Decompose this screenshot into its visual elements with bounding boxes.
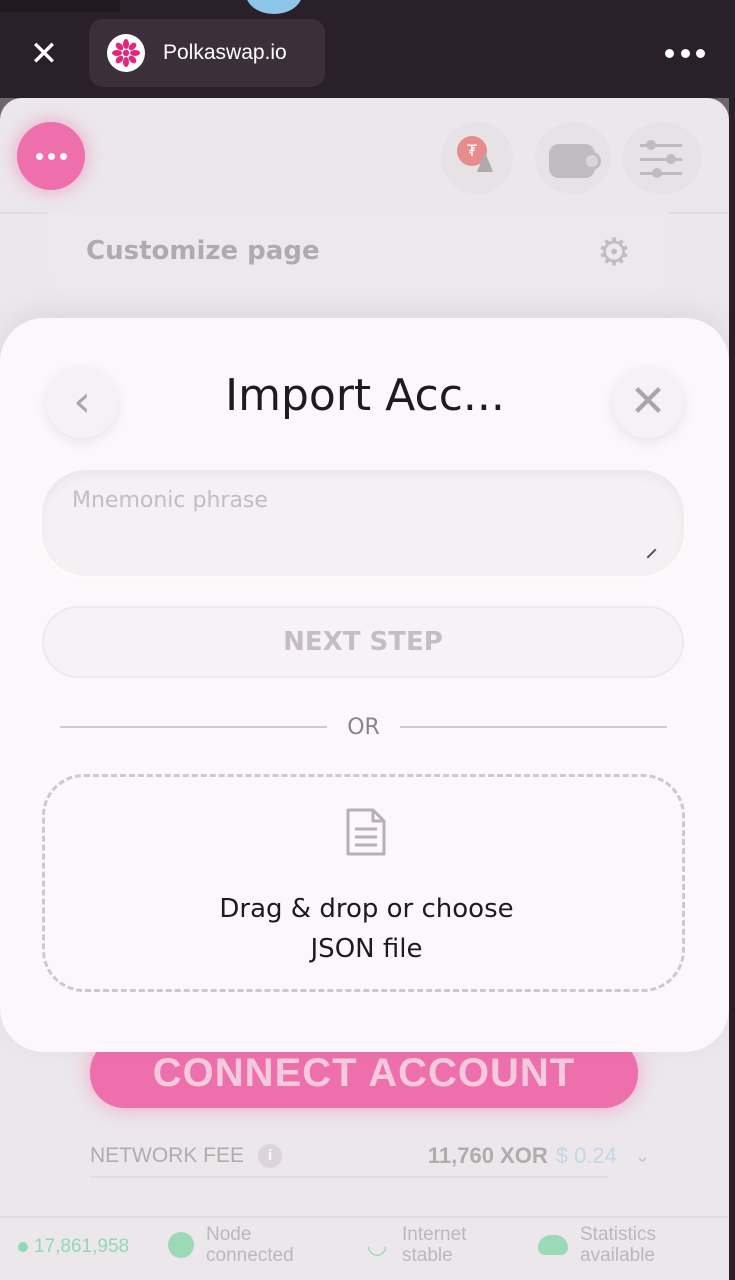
site-title: Polkaswap.io: [163, 41, 287, 64]
document-icon: [345, 807, 387, 857]
next-step-button[interactable]: NEXT STEP: [42, 606, 684, 678]
dropzone-line1: Drag & drop or choose: [219, 894, 514, 924]
json-file-dropzone[interactable]: Drag & drop or choose JSON file: [42, 774, 685, 992]
dialog-title: Import Acc...: [225, 370, 505, 421]
status-decoration: [0, 0, 120, 12]
or-label: OR: [347, 714, 380, 740]
dropzone-text: Drag & drop or choose JSON file: [45, 889, 688, 969]
dropzone-line2: JSON file: [310, 934, 423, 964]
site-tab[interactable]: Polkaswap.io: [89, 19, 325, 87]
status-avatar-dot: [246, 0, 302, 14]
close-icon[interactable]: ✕: [24, 34, 64, 74]
polkaswap-logo-icon: [107, 34, 145, 72]
back-button[interactable]: ‹: [46, 366, 118, 438]
import-account-dialog: ‹ Import Acc... ✕ NEXT STEP OR Drag & dr…: [0, 318, 729, 1052]
separator-line: [399, 726, 668, 728]
mnemonic-phrase-input[interactable]: [42, 470, 684, 576]
separator-line: [60, 726, 328, 728]
or-separator: OR: [60, 712, 668, 742]
browser-header: ✕ Polkaswap.io: [0, 0, 735, 110]
close-button[interactable]: ✕: [612, 366, 684, 438]
more-horizontal-icon[interactable]: [665, 40, 705, 66]
close-icon: ✕: [629, 376, 667, 427]
chevron-left-icon: ‹: [73, 376, 91, 427]
